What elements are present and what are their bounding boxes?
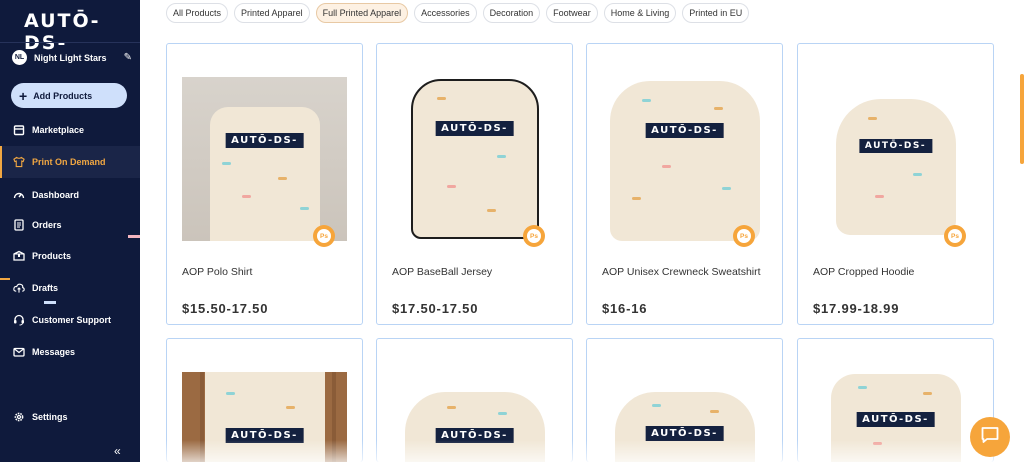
add-products-button[interactable]: + Add Products (11, 83, 127, 108)
jersey-shape (410, 79, 539, 239)
sidebar-item-label: Print On Demand (32, 157, 106, 167)
sidebar-item-drafts[interactable]: Drafts (0, 274, 140, 302)
plus-icon: + (19, 87, 28, 104)
product-name: AOP BaseBall Jersey (392, 266, 493, 278)
sidebar-item-label: Settings (32, 412, 68, 422)
filter-printed-apparel[interactable]: Printed Apparel (234, 3, 310, 23)
print-logo: AUTŌ-DS- (435, 428, 514, 443)
product-card[interactable]: AUTŌ-DS- (376, 338, 573, 462)
product-price: $16-16 (602, 301, 648, 316)
box-icon (13, 250, 25, 262)
filter-printed-in-eu[interactable]: Printed in EU (682, 3, 750, 23)
envelope-icon (13, 346, 25, 358)
sidebar-item-label: Products (32, 251, 72, 261)
store-icon (13, 124, 25, 136)
sidebar-item-products[interactable]: Products (0, 242, 140, 270)
sweatshirt-shape (609, 81, 760, 241)
photoshop-badge-icon: Ps (944, 225, 966, 247)
sidebar-item-messages[interactable]: Messages (0, 338, 140, 366)
product-image: AUTŌ-DS- (182, 77, 347, 241)
chat-bubble-icon (980, 425, 1000, 450)
product-image: AUTŌ-DS- (813, 372, 978, 462)
print-logo: AUTŌ-DS- (856, 412, 935, 427)
sweatshirt-shape (404, 392, 545, 462)
gear-icon (13, 411, 25, 423)
sidebar-item-print-on-demand[interactable]: Print On Demand (0, 146, 140, 178)
collapse-sidebar-icon[interactable]: « (114, 444, 121, 458)
product-price: $17.99-18.99 (813, 301, 900, 316)
print-logo: AUTŌ-DS- (645, 426, 724, 441)
headset-icon (13, 314, 25, 326)
product-card-cropped-hoodie[interactable]: AUTŌ-DS- Ps AOP Cropped Hoodie $17.99-18… (797, 43, 994, 325)
sidebar-item-label: Dashboard (32, 190, 80, 200)
product-card-polo-shirt[interactable]: AUTŌ-DS- Ps AOP Polo Shirt $15.50-17.50 (166, 43, 363, 325)
decorative-marker (128, 235, 140, 238)
filter-footwear[interactable]: Footwear (546, 3, 598, 23)
sidebar-item-label: Orders (32, 220, 62, 230)
filter-accessories[interactable]: Accessories (414, 3, 477, 23)
decorative-marker (0, 278, 10, 280)
avatar: NL (12, 50, 27, 65)
add-products-label: Add Products (33, 90, 93, 101)
print-logo: AUTŌ-DS- (225, 133, 304, 148)
product-card[interactable]: AUTŌ-DS- (797, 338, 994, 462)
photoshop-badge-icon: Ps (733, 225, 755, 247)
filter-full-printed-apparel[interactable]: Full Printed Apparel (315, 3, 409, 23)
sidebar-item-customer-support[interactable]: Customer Support (0, 306, 140, 334)
brand-logo[interactable]: AUTŌ-DS- (24, 10, 140, 54)
shirt-icon (13, 156, 25, 168)
product-price: $15.50-17.50 (182, 301, 269, 316)
photoshop-badge-icon: Ps (523, 225, 545, 247)
product-image: AUTŌ-DS- (813, 77, 978, 241)
sidebar-divider (0, 42, 140, 43)
print-logo: AUTŌ-DS- (858, 139, 933, 153)
photoshop-badge-icon: Ps (313, 225, 335, 247)
store-selector[interactable]: NL Night Light Stars ✎ (12, 50, 132, 65)
product-card-crewneck-sweatshirt[interactable]: AUTŌ-DS- Ps AOP Unisex Crewneck Sweatshi… (586, 43, 783, 325)
product-price: $17.50-17.50 (392, 301, 479, 316)
product-image: AUTŌ-DS- (602, 77, 767, 241)
cloud-upload-icon (13, 282, 25, 294)
sidebar-item-label: Drafts (32, 283, 59, 293)
sidebar-item-label: Messages (32, 347, 76, 357)
gauge-icon (13, 189, 25, 201)
chat-button[interactable] (970, 417, 1010, 457)
product-card[interactable]: AUTŌ-DS- (586, 338, 783, 462)
sidebar-item-marketplace[interactable]: Marketplace (0, 116, 140, 144)
hoodie-shape (835, 99, 956, 235)
product-image: AUTŌ-DS- (392, 77, 557, 241)
store-name: Night Light Stars (34, 52, 107, 63)
product-name: AOP Polo Shirt (182, 266, 253, 278)
sidebar-item-label: Customer Support (32, 315, 112, 325)
filter-all-products[interactable]: All Products (166, 3, 229, 23)
product-card[interactable]: AUTŌ-DS- (166, 338, 363, 462)
filter-home-living[interactable]: Home & Living (603, 3, 677, 23)
print-logo: AUTŌ-DS- (225, 428, 304, 443)
print-logo: AUTŌ-DS- (645, 123, 724, 138)
product-card-baseball-jersey[interactable]: AUTŌ-DS- Ps AOP BaseBall Jersey $17.50-1… (376, 43, 573, 325)
decorative-marker (44, 301, 56, 304)
sidebar-item-settings[interactable]: Settings (0, 403, 140, 431)
clipboard-icon (13, 219, 25, 231)
filter-decoration[interactable]: Decoration (482, 3, 541, 23)
pencil-icon[interactable]: ✎ (124, 52, 132, 63)
product-image: AUTŌ-DS- (602, 372, 767, 462)
print-logo: AUTŌ-DS- (435, 121, 514, 136)
sidebar-item-label: Marketplace (32, 125, 85, 135)
scroll-indicator[interactable] (1020, 74, 1024, 164)
product-name: AOP Unisex Crewneck Sweatshirt (602, 266, 761, 278)
product-image: AUTŌ-DS- (182, 372, 347, 462)
product-image: AUTŌ-DS- (392, 372, 557, 462)
category-filter-bar: All Products Printed Apparel Full Printe… (166, 3, 750, 23)
sidebar: AUTŌ-DS- NL Night Light Stars ✎ + Add Pr… (0, 0, 140, 462)
shorts-shape (204, 372, 325, 462)
sidebar-item-orders[interactable]: Orders (0, 211, 140, 239)
shirt-shape (209, 107, 320, 241)
product-name: AOP Cropped Hoodie (813, 266, 915, 278)
sidebar-item-dashboard[interactable]: Dashboard (0, 181, 140, 209)
